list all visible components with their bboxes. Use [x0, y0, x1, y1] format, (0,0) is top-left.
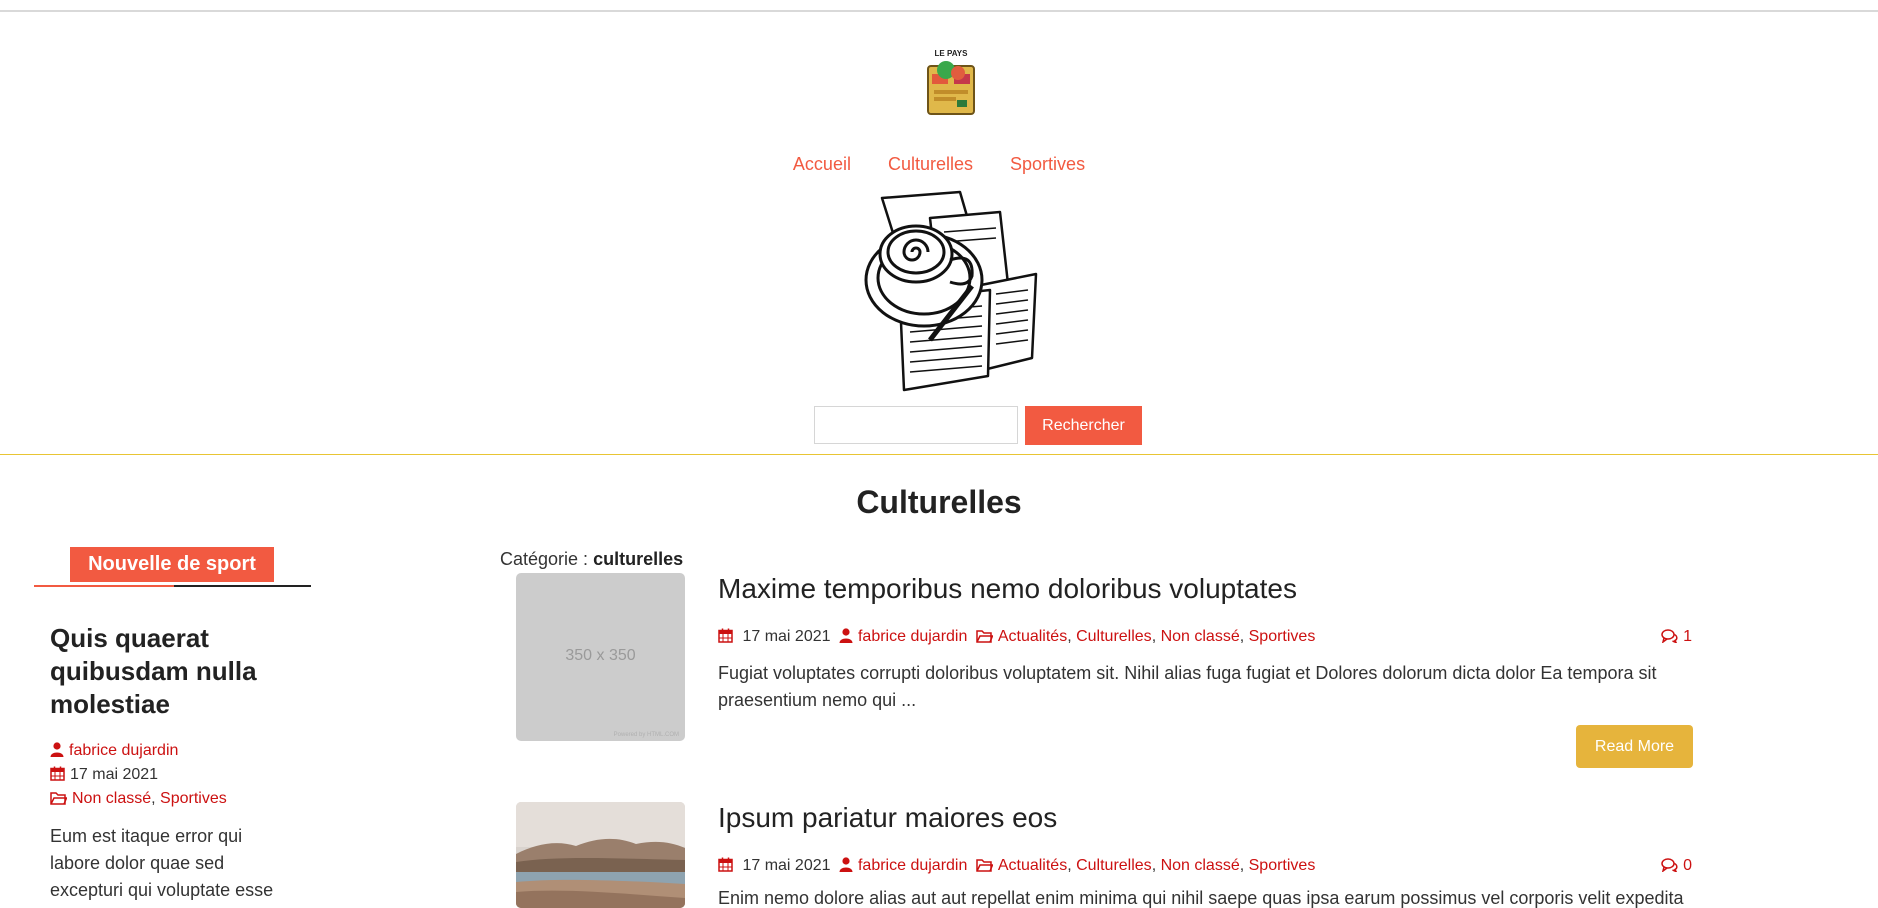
post-title[interactable]: Maxime temporibus nemo doloribus volupta… — [718, 573, 1297, 605]
comments-icon — [1661, 629, 1678, 643]
post-excerpt: Enim nemo dolore alias aut aut repellat … — [718, 889, 1684, 908]
category-label: Catégorie : culturelles — [500, 549, 683, 570]
sidebar-post-categories-line: Non classé, Sportives — [50, 790, 227, 808]
user-icon — [839, 857, 853, 872]
nav-accueil[interactable]: Accueil — [793, 154, 851, 174]
header-divider — [0, 454, 1878, 455]
post-category[interactable]: Sportives — [1249, 628, 1316, 645]
post-meta: 17 mai 2021 fabrice dujardin Actualités,… — [718, 628, 1692, 646]
coffee-newspaper-illustration — [864, 190, 1038, 392]
calendar-icon — [718, 628, 733, 643]
folder-icon — [50, 792, 67, 805]
nav-culturelles[interactable]: Culturelles — [888, 154, 973, 174]
post-title[interactable]: Ipsum pariatur maiores eos — [718, 802, 1057, 834]
post-comments[interactable]: 0 — [1661, 857, 1692, 875]
site-logo[interactable] — [921, 46, 981, 120]
post-thumbnail-placeholder[interactable]: 350 x 350 Powered by HTML.COM — [516, 573, 685, 741]
post-category[interactable]: Sportives — [1249, 857, 1316, 874]
sidebar-post-category[interactable]: Sportives — [160, 790, 227, 807]
post-date: 17 mai 2021 — [742, 857, 831, 874]
search-button[interactable]: Rechercher — [1025, 406, 1142, 445]
sidebar-post-date-line: 17 mai 2021 — [50, 766, 158, 784]
search-input[interactable] — [814, 406, 1018, 444]
post-comments[interactable]: 1 — [1661, 628, 1692, 646]
sidebar-post-title[interactable]: Quis quaerat quibusdam nulla molestiae — [50, 622, 310, 721]
post-meta: 17 mai 2021 fabrice dujardin Actualités,… — [718, 857, 1692, 875]
post-date: 17 mai 2021 — [742, 628, 831, 645]
calendar-icon — [50, 766, 65, 781]
post-author[interactable]: fabrice dujardin — [858, 628, 967, 645]
comments-icon — [1661, 858, 1678, 872]
folder-icon — [976, 630, 993, 643]
post-comment-count: 0 — [1683, 857, 1692, 874]
post-category[interactable]: Culturelles — [1076, 628, 1152, 645]
post-category[interactable]: Non classé — [1161, 628, 1240, 645]
user-icon — [839, 628, 853, 643]
page-title: Culturelles — [856, 484, 1022, 520]
nav-sportives[interactable]: Sportives — [1010, 154, 1085, 174]
sidebar-post-excerpt: Eum est itaque error qui labore dolor qu… — [50, 826, 274, 900]
sidebar-heading: Nouvelle de sport — [70, 547, 274, 582]
sidebar-post-category[interactable]: Non classé — [72, 790, 151, 807]
sidebar-post-author-line: fabrice dujardin — [50, 742, 178, 760]
post-category[interactable]: Actualités — [998, 628, 1067, 645]
post-comment-count: 1 — [1683, 628, 1692, 645]
post-category[interactable]: Culturelles — [1076, 857, 1152, 874]
post-thumbnail-photo[interactable] — [516, 802, 685, 908]
calendar-icon — [718, 857, 733, 872]
folder-icon — [976, 859, 993, 872]
thumbnail-credit: Powered by HTML.COM — [613, 732, 679, 738]
post-excerpt: Fugiat voluptates corrupti doloribus vol… — [718, 663, 1657, 710]
category-prefix: Catégorie : — [500, 549, 589, 569]
sidebar-heading-underline — [34, 585, 174, 587]
post-category[interactable]: Actualités — [998, 857, 1067, 874]
post-author[interactable]: fabrice dujardin — [858, 857, 967, 874]
main-nav: Accueil Culturelles Sportives — [0, 154, 1878, 175]
top-border — [0, 10, 1878, 12]
post-category[interactable]: Non classé — [1161, 857, 1240, 874]
category-name: culturelles — [593, 549, 684, 569]
sidebar-post-date: 17 mai 2021 — [70, 766, 159, 783]
user-icon — [50, 742, 64, 757]
read-more-button[interactable]: Read More — [1576, 725, 1693, 768]
thumbnail-size-text: 350 x 350 — [565, 647, 636, 664]
sidebar-post-author[interactable]: fabrice dujardin — [69, 742, 178, 759]
sidebar-heading-underline-dark — [174, 585, 311, 587]
